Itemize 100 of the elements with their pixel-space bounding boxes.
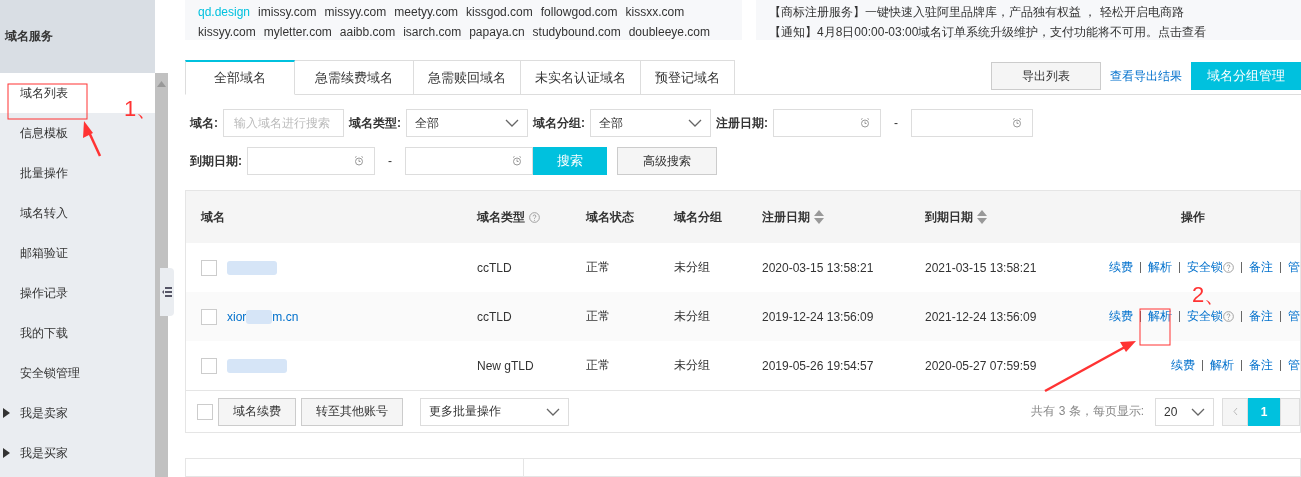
table-cell-text: 2021-03-15 13:58:21 <box>925 260 1038 275</box>
prev-page-button[interactable] <box>1222 397 1248 426</box>
action-link[interactable]: 解析 <box>1210 357 1234 374</box>
promo-domain-link[interactable]: kissyy.com <box>198 25 256 40</box>
chevron-down-icon <box>546 407 560 416</box>
table-cell-text: ccTLD <box>477 309 513 324</box>
alarm-clock-icon <box>354 156 364 166</box>
advanced-search-button[interactable]: 高级搜索 <box>617 147 717 175</box>
tab[interactable]: 未实名认证域名 <box>521 60 641 95</box>
group-select[interactable]: 全部 <box>590 109 711 137</box>
action-link[interactable]: 备注 <box>1249 308 1273 325</box>
field-label: 注册日期: <box>716 114 768 132</box>
column-header: 域名 <box>201 208 225 226</box>
date-field[interactable] <box>773 109 881 137</box>
action-link[interactable]: 备注 <box>1249 259 1273 276</box>
chevron-down-icon <box>1191 407 1205 416</box>
table-cell-text: 正常 <box>586 357 611 374</box>
promo-domain-link[interactable]: followgod.com <box>540 5 618 20</box>
highlight-frame <box>1139 308 1171 346</box>
sidebar-item[interactable]: 域名转入 <box>0 193 116 233</box>
action-link[interactable]: 管 <box>1288 308 1300 325</box>
action-link[interactable]: 解析 <box>1148 259 1172 276</box>
batch-select[interactable]: 更多批量操作 <box>420 397 569 426</box>
action-link[interactable]: 解析 <box>1148 308 1172 325</box>
sidebar-item[interactable]: 操作记录 <box>0 273 116 313</box>
date-field[interactable] <box>911 109 1033 137</box>
transfer-button[interactable]: 转至其他账号 <box>301 397 403 426</box>
action-link[interactable]: 管 <box>1288 259 1300 276</box>
promo-domain-link[interactable]: papaya.cn <box>469 25 525 40</box>
sort-icon[interactable] <box>814 210 824 224</box>
blurred-domain <box>227 260 277 275</box>
table-cell-text: 2021-12-24 13:56:09 <box>925 309 1038 324</box>
domain-search-field[interactable]: 输入域名进行搜索 <box>223 109 344 137</box>
promo-domain-link[interactable]: meetyy.com <box>394 5 459 20</box>
table-cell-text: 2020-03-15 13:58:21 <box>762 260 875 275</box>
table-cell-text: 未分组 <box>674 308 711 325</box>
promo-domain-link[interactable]: missyy.com <box>324 5 387 20</box>
table-cell-text: 未分组 <box>674 259 711 276</box>
sidebar-item[interactable]: 批量操作 <box>0 153 116 193</box>
tab[interactable]: 急需续费域名 <box>295 60 414 95</box>
expand-triangle-icon <box>3 408 10 418</box>
action-link[interactable]: 续费 <box>1109 259 1133 276</box>
tab[interactable]: 全部域名 <box>185 60 295 95</box>
help-icon <box>1223 311 1234 322</box>
help-icon <box>1223 262 1234 273</box>
sort-icon[interactable] <box>977 210 987 224</box>
field-label: 到期日期: <box>190 152 242 170</box>
type-select[interactable]: 全部 <box>406 109 528 137</box>
notice-text: 【商标注册服务】一键快速入驻阿里品牌库，产品独有权益 ， 轻松开启电商路 <box>769 5 1185 20</box>
help-icon <box>529 211 540 223</box>
date-field[interactable] <box>405 147 533 175</box>
promo-domain-link[interactable]: aaibb.com <box>339 25 396 40</box>
next-page-button[interactable] <box>1280 397 1300 426</box>
action-link[interactable]: 续费 <box>1109 308 1133 325</box>
tab[interactable]: 预登记域名 <box>641 60 735 95</box>
promo-domain-link[interactable]: kissxx.com <box>625 5 685 20</box>
export-results-link[interactable]: 查看导出结果 <box>1110 67 1182 85</box>
promo-domain-link[interactable]: myletter.com <box>263 25 332 40</box>
table-cell-text: 2019-12-24 13:56:09 <box>762 309 875 324</box>
table-cell-text: 正常 <box>586 308 611 325</box>
promo-domain-link[interactable]: studybound.com <box>532 25 621 40</box>
promo-domain-link[interactable]: isarch.com <box>403 25 462 40</box>
row-checkbox[interactable] <box>201 357 217 374</box>
notice-text: 【通知】4月8日00:00-03:00域名订单系统升级维护，支付功能将不可用。点击查看 <box>769 25 1208 40</box>
column-header: 域名分组 <box>674 208 722 226</box>
domain-link[interactable]: xior m.cn <box>227 309 299 324</box>
row-checkbox[interactable] <box>201 308 217 325</box>
export-list-button[interactable]: 导出列表 <box>991 62 1101 90</box>
sidebar-item[interactable]: 安全锁管理 <box>0 353 116 393</box>
tab[interactable]: 急需赎回域名 <box>414 60 521 95</box>
sidebar-item[interactable]: 邮箱验证 <box>0 233 116 273</box>
column-header: 到期日期 <box>925 208 973 226</box>
expand-triangle-icon <box>3 448 10 458</box>
page-size-select[interactable]: 20 <box>1155 397 1214 426</box>
action-link[interactable]: 安全锁 <box>1187 259 1223 276</box>
promo-domain-link[interactable]: imissy.com <box>258 5 317 20</box>
table-cell-text: 未分组 <box>674 357 711 374</box>
promo-domain-link[interactable]: kissgod.com <box>466 5 533 20</box>
date-field[interactable] <box>247 147 375 175</box>
renew-button[interactable]: 域名续费 <box>218 397 296 426</box>
promo-domain-link[interactable]: doubleeye.com <box>628 25 711 40</box>
alarm-clock-icon <box>1012 118 1022 128</box>
sidebar-title: 域名服务 <box>0 0 155 73</box>
column-header: 操作 <box>1180 208 1205 226</box>
range-separator: - <box>893 116 899 130</box>
sidebar-item[interactable]: 我的下载 <box>0 313 116 353</box>
action-link[interactable]: 备注 <box>1249 357 1273 374</box>
annotation-label: 1、 <box>124 98 159 120</box>
total-text: 共有 3 条，每页显示: <box>1031 403 1144 420</box>
action-link[interactable]: 管 <box>1288 357 1300 374</box>
field-label: 域名分组: <box>533 114 585 132</box>
action-link[interactable]: 续费 <box>1171 357 1195 374</box>
row-checkbox[interactable] <box>201 259 217 276</box>
scrollbar[interactable] <box>155 73 168 477</box>
sidebar-item[interactable]: 我是买家 <box>0 433 116 473</box>
select-all-checkbox[interactable] <box>197 403 213 420</box>
sidebar-item[interactable]: 信息模板 <box>0 113 116 153</box>
collapse-sidebar-tab[interactable] <box>160 268 174 316</box>
action-link[interactable]: 安全锁 <box>1187 308 1223 325</box>
sidebar-item[interactable]: 我是卖家 <box>0 393 116 433</box>
